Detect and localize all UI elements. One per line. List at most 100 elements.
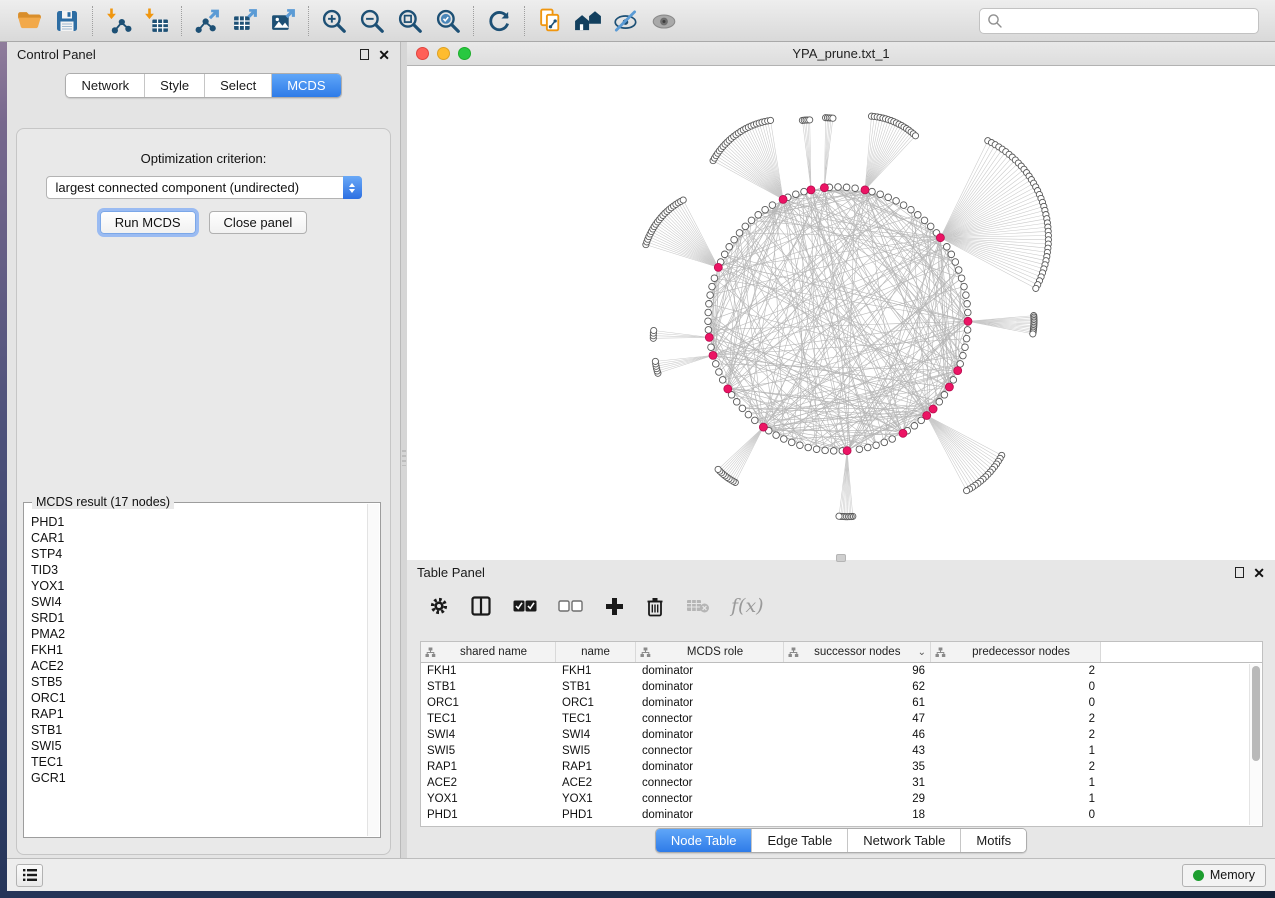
export-image-icon	[270, 7, 297, 34]
table-panel-header: Table Panel ✕	[407, 560, 1275, 585]
network-window-titlebar[interactable]: YPA_prune.txt_1	[407, 42, 1275, 66]
export-network-button[interactable]	[188, 4, 226, 38]
float-panel-icon[interactable]	[360, 49, 369, 60]
select-all-button[interactable]	[513, 599, 537, 613]
table-cell: 0	[931, 679, 1101, 695]
mcds-result-item[interactable]: STB1	[31, 722, 367, 738]
hide-selected-button[interactable]	[607, 4, 645, 38]
mcds-result-item[interactable]: GCR1	[31, 770, 367, 786]
table-cell: STB1	[556, 679, 636, 695]
table-row[interactable]: STB1STB1dominator620	[421, 679, 1262, 695]
import-table-button[interactable]	[137, 4, 175, 38]
export-table-button[interactable]	[226, 4, 264, 38]
open-folder-icon	[16, 7, 43, 34]
table-row[interactable]: RAP1RAP1dominator352	[421, 759, 1262, 775]
mcds-result-item[interactable]: TEC1	[31, 754, 367, 770]
import-network-button[interactable]	[99, 4, 137, 38]
zoom-out-button[interactable]	[353, 4, 391, 38]
delete-column-button[interactable]	[645, 596, 665, 617]
zoom-selected-icon	[434, 7, 462, 35]
tab-edge-table[interactable]: Edge Table	[751, 829, 847, 852]
first-neighbors-button[interactable]	[569, 4, 607, 38]
tab-select[interactable]: Select	[204, 74, 271, 97]
tab-mcds[interactable]: MCDS	[271, 74, 340, 97]
mcds-result-item[interactable]: RAP1	[31, 706, 367, 722]
tab-motifs[interactable]: Motifs	[960, 829, 1026, 852]
column-header-successor-nodes[interactable]: successor nodes⌄	[784, 642, 931, 662]
mcds-result-item[interactable]: SRD1	[31, 610, 367, 626]
mcds-result-item[interactable]: SWI5	[31, 738, 367, 754]
mcds-result-list[interactable]: PHD1CAR1STP4TID3YOX1SWI4SRD1PMA2FKH1ACE2…	[25, 504, 367, 836]
show-columns-button[interactable]	[470, 595, 492, 617]
open-session-button[interactable]	[10, 4, 48, 38]
table-row[interactable]: PHD1PHD1dominator180	[421, 807, 1262, 823]
table-cell: connector	[636, 775, 784, 791]
export-network-icon	[194, 7, 221, 34]
mcds-result-item[interactable]: ORC1	[31, 690, 367, 706]
column-label: successor nodes	[799, 646, 916, 658]
table-cell: 43	[784, 743, 931, 759]
add-column-button[interactable]	[605, 597, 624, 616]
tab-node-table[interactable]: Node Table	[656, 829, 752, 852]
network-graph[interactable]	[407, 66, 1275, 559]
mcds-result-item[interactable]: PMA2	[31, 626, 367, 642]
table-cell: PHD1	[556, 807, 636, 823]
column-header-shared-name[interactable]: shared name	[421, 642, 556, 662]
table-row[interactable]: YOX1YOX1connector291	[421, 791, 1262, 807]
table-scrollbar-thumb[interactable]	[1252, 666, 1260, 761]
show-all-button[interactable]	[645, 4, 683, 38]
memory-button[interactable]: Memory	[1182, 864, 1266, 887]
table-row[interactable]: SWI4SWI4dominator462	[421, 727, 1262, 743]
table-panel-tabs: Node TableEdge TableNetwork TableMotifs	[655, 828, 1027, 853]
mcds-result-item[interactable]: TID3	[31, 562, 367, 578]
close-panel-button[interactable]: Close panel	[209, 211, 308, 234]
panel-divider-grip[interactable]	[402, 450, 406, 466]
horizontal-splitter-grip[interactable]	[836, 554, 846, 562]
table-cell: 2	[931, 727, 1101, 743]
table-row[interactable]: SWI5SWI5connector431	[421, 743, 1262, 759]
copy-style-button[interactable]	[531, 4, 569, 38]
mcds-result-item[interactable]: CAR1	[31, 530, 367, 546]
table-row[interactable]: ACE2ACE2connector311	[421, 775, 1262, 791]
close-panel-icon[interactable]: ✕	[1253, 566, 1265, 580]
column-header-name[interactable]: name	[556, 642, 636, 662]
search-icon	[987, 13, 1003, 29]
mcds-result-item[interactable]: STP4	[31, 546, 367, 562]
optimization-criterion-label: Optimization criterion:	[17, 151, 390, 166]
zoom-out-icon	[358, 7, 386, 35]
refresh-view-button[interactable]	[480, 4, 518, 38]
table-row[interactable]: FKH1FKH1dominator962	[421, 663, 1262, 679]
save-session-button[interactable]	[48, 4, 86, 38]
tab-network[interactable]: Network	[66, 74, 144, 97]
table-scrollbar[interactable]	[1249, 664, 1261, 825]
zoom-in-button[interactable]	[315, 4, 353, 38]
mcds-result-item[interactable]: ACE2	[31, 658, 367, 674]
column-header-predecessor-nodes[interactable]: predecessor nodes	[931, 642, 1101, 662]
search-input[interactable]	[1008, 11, 1251, 31]
table-cell: 1	[931, 743, 1101, 759]
table-row[interactable]: ORC1ORC1dominator610	[421, 695, 1262, 711]
table-row[interactable]: TEC1TEC1connector472	[421, 711, 1262, 727]
zoom-fit-button[interactable]	[391, 4, 429, 38]
tab-style[interactable]: Style	[144, 74, 204, 97]
mcds-result-item[interactable]: STB5	[31, 674, 367, 690]
mcds-result-item[interactable]: FKH1	[31, 642, 367, 658]
float-panel-icon[interactable]	[1235, 567, 1244, 578]
mcds-list-scrollbar[interactable]	[367, 504, 379, 836]
run-mcds-button[interactable]: Run MCDS	[100, 211, 196, 234]
mcds-result-item[interactable]: SWI4	[31, 594, 367, 610]
close-panel-icon[interactable]: ✕	[378, 48, 390, 62]
task-history-button[interactable]	[16, 864, 43, 887]
refresh-icon	[485, 7, 513, 35]
deselect-all-button[interactable]	[558, 599, 584, 613]
tab-network-table[interactable]: Network Table	[847, 829, 960, 852]
zoom-selected-button[interactable]	[429, 4, 467, 38]
criterion-select[interactable]: largest connected component (undirected)	[46, 176, 362, 199]
table-settings-button[interactable]	[429, 596, 449, 616]
mcds-result-item[interactable]: PHD1	[31, 514, 367, 530]
table-cell: SWI4	[421, 727, 556, 743]
mcds-result-item[interactable]: YOX1	[31, 578, 367, 594]
export-image-button[interactable]	[264, 4, 302, 38]
table-cell: 46	[784, 727, 931, 743]
column-header-MCDS-role[interactable]: MCDS role	[636, 642, 784, 662]
